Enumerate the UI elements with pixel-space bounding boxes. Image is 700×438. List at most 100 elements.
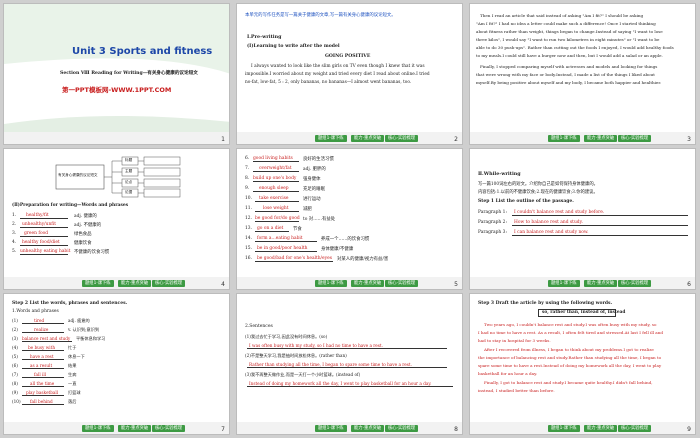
list-item-gloss: 生病 xyxy=(68,372,77,377)
list-item-gloss: 良好的生活习惯 xyxy=(303,157,334,162)
slide-thumbnail-2[interactable]: 本单元的写作任务是写一篇关于健康的文章,写一篇有关身心健康的议论短文。 Ⅰ.Pr… xyxy=(236,3,463,145)
list-item-number: 10. xyxy=(245,196,252,201)
answer-underline xyxy=(20,227,68,228)
list-item-number: 7. xyxy=(245,166,250,171)
footer-badge[interactable]: 能力·重点突破 xyxy=(584,135,618,142)
footer-badge[interactable]: 核心·实验梳理 xyxy=(385,425,419,432)
footer-badge[interactable]: 核心·实验梳理 xyxy=(618,135,652,142)
answer-underline xyxy=(20,218,68,219)
slide-number: 1 xyxy=(221,136,225,143)
footer-badge[interactable]: 题组1·课下练 xyxy=(315,425,347,432)
answer-underline xyxy=(253,171,299,172)
paragraph-line: "Am I fit?" I had no idea a letter could… xyxy=(476,21,656,26)
list-item-number: (4) xyxy=(12,345,18,350)
list-item-number: 8. xyxy=(245,176,250,181)
list-item-gloss: 结果 xyxy=(68,363,77,368)
footer-badge[interactable]: 题组1·课下练 xyxy=(82,425,114,432)
footer-badge[interactable]: 核心·实验梳理 xyxy=(385,280,419,287)
answer-underline xyxy=(253,191,299,192)
answer-underline xyxy=(247,386,453,387)
list-item-number: (10) xyxy=(12,399,21,404)
answer-underline xyxy=(255,241,317,242)
footer-badge[interactable]: 题组1·课下练 xyxy=(82,280,114,287)
paragraph-label: Paragraph 2: xyxy=(478,220,507,225)
list-item-gloss: adj. 疲惫的 xyxy=(68,318,90,323)
answer-underline xyxy=(512,225,688,226)
sentence-prompt: (3)我不再整天做作业,而是一天打一个小时篮球。(instead of) xyxy=(245,372,361,377)
list-item-number: 4. xyxy=(12,240,17,245)
list-item-number: 6. xyxy=(245,156,250,161)
slide-thumbnail-3[interactable]: Then I read an article that said instead… xyxy=(469,3,696,145)
list-item-number: 5. xyxy=(12,249,17,254)
answer-underline xyxy=(255,261,333,262)
slide-thumbnail-8[interactable]: 2.Sentences (1)我过去忙于学习,因此没有时间休息。(so) I w… xyxy=(236,293,463,435)
footer-badge[interactable]: 能力·重点突破 xyxy=(351,280,385,287)
slide-thumbnail-9[interactable]: Step 3 Draft the article by using the fo… xyxy=(469,293,696,435)
list-item-gloss: 减肥 xyxy=(303,207,312,212)
paragraph-line: three kilos", I would say "I want to run… xyxy=(476,37,660,42)
footer-badge[interactable]: 题组1·课下练 xyxy=(548,135,580,142)
footer-badge[interactable]: 核心·实验梳理 xyxy=(152,280,186,287)
answer-underline xyxy=(253,181,299,182)
list-item-number: (9) xyxy=(12,390,18,395)
sentence-prompt: (2)不是整天学习,我是抽时间放松休息。(rather than) xyxy=(245,353,347,358)
paragraph-line: basketball for an hour a day. xyxy=(478,371,538,376)
list-item-gloss: 充足的睡眠 xyxy=(303,187,325,192)
list-item-number: (8) xyxy=(12,381,18,386)
slide-thumbnail-5[interactable]: 6. good living habits 良好的生活习惯 7. overwei… xyxy=(236,148,463,290)
answer-underline xyxy=(20,236,68,237)
slide-footer xyxy=(237,277,462,289)
list-item-gloss: to 对……有益处 xyxy=(303,217,336,222)
footer-badge[interactable]: 能力·重点突破 xyxy=(584,425,618,432)
slide-thumbnail-7[interactable]: Step 2 List the words, phrases and sente… xyxy=(3,293,230,435)
slide-number: 9 xyxy=(687,426,691,433)
model-heading: (Ⅰ)Learning to write after the model xyxy=(247,44,340,49)
footer-badge[interactable]: 能力·重点突破 xyxy=(118,425,152,432)
slide-number: 2 xyxy=(454,136,458,143)
list-item-gloss: v. 认识到;意识到 xyxy=(68,327,100,332)
list-item-number: 15. xyxy=(245,246,252,251)
slide-title: Unit 3 Sports and fitness xyxy=(72,46,213,57)
while-writing-heading: Ⅱ.While-writing xyxy=(478,171,521,177)
step-heading: Step 1 List the outline of the passage. xyxy=(478,199,574,204)
footer-badge[interactable]: 核心·实验梳理 xyxy=(618,425,652,432)
list-item-gloss: adj. 肥胖的 xyxy=(303,167,326,172)
footer-badge[interactable]: 题组1·课下练 xyxy=(315,280,347,287)
slide-thumbnail-1[interactable]: Unit 3 Sports and fitness Section Ⅷ Read… xyxy=(3,3,230,145)
answer-underline xyxy=(255,211,299,212)
footer-badge[interactable]: 核心·实验梳理 xyxy=(618,280,652,287)
footer-badge[interactable]: 核心·实验梳理 xyxy=(385,135,419,142)
list-item-number: 9. xyxy=(245,186,250,191)
slide-thumbnail-6[interactable]: Ⅱ.While-writing 写一篇100词左右的短文。介绍你自己是如何保持身… xyxy=(469,148,696,290)
answer-underline xyxy=(512,215,688,216)
answer-underline xyxy=(247,348,447,349)
footer-badge[interactable]: 能力·重点突破 xyxy=(584,280,618,287)
paragraph-line: that were wrong with my face or body.Ins… xyxy=(476,72,655,77)
footer-badge[interactable]: 题组1·课下练 xyxy=(315,135,347,142)
footer-badge[interactable]: 能力·重点突破 xyxy=(351,135,385,142)
list-item-number: (3) xyxy=(12,336,18,341)
footer-badge[interactable]: 题组1·课下练 xyxy=(548,425,580,432)
paragraph-line: to my meals.I could still have a burger … xyxy=(476,53,663,58)
slide-number: 4 xyxy=(221,281,225,288)
paragraph-line: about fitness rather than weight, things… xyxy=(476,29,663,34)
task-text: 写一篇100词左右的短文。介绍你自己是如何保持身体健康的。 xyxy=(478,182,598,187)
list-item-gloss: 平衡休息和学习 xyxy=(76,336,106,341)
slide-footer xyxy=(4,132,229,144)
footer-badge[interactable]: 题组1·课下练 xyxy=(548,280,580,287)
paragraph-line: myself.By being positive about myself an… xyxy=(476,80,662,85)
answer-underline xyxy=(22,350,64,351)
footer-badge[interactable]: 核心·实验梳理 xyxy=(152,425,186,432)
list-item-number: 3. xyxy=(12,231,17,236)
slide-thumbnail-4[interactable]: 有关身心健康的议论短文 标题 主题 论点 论据 (Ⅱ)Preparation f… xyxy=(3,148,230,290)
slide-section: Section Ⅷ Reading for Writing—有关身心健康的议论短… xyxy=(60,71,198,76)
paragraph-line: instead, I studied better than before. xyxy=(478,388,555,393)
mindmap-root: 有关身心健康的议论短文 xyxy=(58,173,98,177)
footer-badge[interactable]: 能力·重点突破 xyxy=(118,280,152,287)
list-item-number: 1. xyxy=(12,213,17,218)
list-item-gloss: 打篮球 xyxy=(68,390,81,395)
footer-badge[interactable]: 能力·重点突破 xyxy=(351,425,385,432)
list-item-gloss: adj. 不健康的 xyxy=(74,223,102,228)
list-item-gloss: 对某人的健康/视力有益/害 xyxy=(337,257,389,262)
slide-number: 8 xyxy=(454,426,458,433)
